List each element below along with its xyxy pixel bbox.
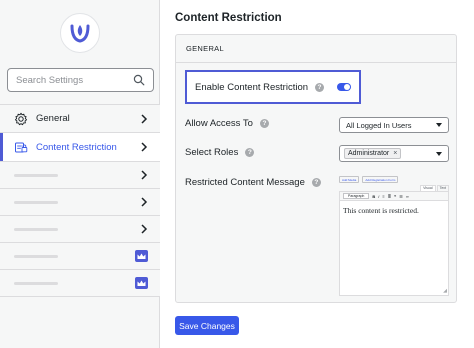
- chevron-right-icon: [141, 113, 148, 124]
- app-logo: [60, 13, 100, 53]
- enable-content-restriction-toggle[interactable]: [337, 83, 351, 91]
- chevron-down-icon: [436, 151, 442, 156]
- blockquote-icon[interactable]: ❝: [394, 194, 396, 199]
- tab-visual[interactable]: Visual: [420, 185, 436, 191]
- sidebar-item-pro-locked[interactable]: [0, 243, 160, 270]
- enable-content-restriction-row: Enable Content Restriction ?: [185, 70, 361, 104]
- crown-icon: [135, 250, 148, 262]
- remove-tag-icon[interactable]: ×: [393, 150, 397, 157]
- align-icon[interactable]: ☰: [399, 194, 403, 199]
- placeholder-label-bar: [14, 227, 58, 231]
- placeholder-label-bar: [14, 173, 58, 177]
- placeholder-label-bar: [14, 200, 58, 204]
- help-icon[interactable]: ?: [315, 82, 325, 92]
- italic-icon[interactable]: I: [378, 194, 379, 199]
- enable-content-restriction-label: Enable Content Restriction: [195, 81, 309, 93]
- chevron-right-icon: [141, 197, 148, 207]
- sidebar-item-placeholder[interactable]: [0, 216, 160, 243]
- sidebar-nav: General Content Restriction: [0, 104, 160, 297]
- select-roles-row: Select Roles ?: [185, 147, 255, 158]
- restricted-message-editor: Add Media Add Registration Form Visual T…: [339, 175, 449, 297]
- add-form-button[interactable]: Add Registration Form: [362, 176, 399, 183]
- chevron-right-icon: [141, 142, 148, 152]
- crown-icon: [135, 277, 148, 289]
- settings-sidebar: General Content Restriction: [0, 0, 160, 348]
- chevron-down-icon: [436, 123, 442, 127]
- editor-toolbar: Paragraph B I ≡ ≣ ❝ ☰ ∞: [339, 191, 449, 201]
- sidebar-item-label: Content Restriction: [36, 141, 117, 153]
- help-icon[interactable]: ?: [311, 178, 321, 187]
- save-changes-button[interactable]: Save Changes: [175, 316, 239, 335]
- resize-handle-icon[interactable]: ◢: [443, 288, 447, 294]
- tab-text[interactable]: Text: [436, 185, 449, 191]
- settings-panel: GENERAL Enable Content Restriction ? All…: [175, 34, 457, 303]
- sidebar-item-pro-locked[interactable]: [0, 270, 160, 297]
- restricted-message-label: Restricted Content Message: [185, 177, 305, 188]
- sidebar-item-general[interactable]: General: [0, 104, 160, 133]
- allow-access-row: Allow Access To ?: [185, 118, 269, 129]
- chevron-right-icon: [141, 224, 148, 234]
- search-input[interactable]: [16, 74, 133, 86]
- restricted-message-row: Restricted Content Message ?: [185, 177, 321, 188]
- select-roles-multiselect[interactable]: Administrator ×: [339, 145, 449, 162]
- bullet-list-icon[interactable]: ≡: [382, 194, 384, 199]
- sidebar-item-label: General: [36, 113, 70, 124]
- sidebar-item-placeholder[interactable]: [0, 189, 160, 216]
- help-icon[interactable]: ?: [245, 148, 255, 157]
- role-tag[interactable]: Administrator ×: [344, 148, 402, 159]
- section-heading: GENERAL: [176, 35, 456, 63]
- add-media-button[interactable]: Add Media: [339, 176, 360, 183]
- allow-access-select[interactable]: All Logged In Users: [339, 117, 449, 133]
- search-settings-field[interactable]: [7, 68, 154, 92]
- search-icon[interactable]: [133, 74, 145, 86]
- allow-access-label: Allow Access To: [185, 118, 253, 129]
- editor-media-buttons: Add Media Add Registration Form: [339, 175, 449, 184]
- sidebar-item-content-restriction[interactable]: Content Restriction: [0, 133, 160, 162]
- logo-icon: [70, 24, 90, 43]
- page-title: Content Restriction: [175, 12, 282, 24]
- link-icon[interactable]: ∞: [406, 194, 409, 199]
- editor-content-text: This content is restricted.: [343, 206, 419, 215]
- sidebar-item-placeholder[interactable]: [0, 162, 160, 189]
- numbered-list-icon[interactable]: ≣: [388, 194, 391, 199]
- select-roles-label: Select Roles: [185, 147, 239, 158]
- placeholder-label-bar: [14, 254, 58, 258]
- gear-icon: [14, 112, 28, 125]
- content-restriction-icon: [15, 142, 28, 153]
- placeholder-label-bar: [14, 281, 58, 285]
- help-icon[interactable]: ?: [259, 119, 269, 128]
- role-tag-label: Administrator: [348, 150, 390, 157]
- editor-content-area[interactable]: This content is restricted. ◢: [339, 201, 449, 296]
- chevron-right-icon: [141, 170, 148, 180]
- format-select[interactable]: Paragraph: [343, 193, 370, 199]
- allow-access-value: All Logged In Users: [346, 120, 412, 130]
- bold-icon[interactable]: B: [372, 194, 375, 199]
